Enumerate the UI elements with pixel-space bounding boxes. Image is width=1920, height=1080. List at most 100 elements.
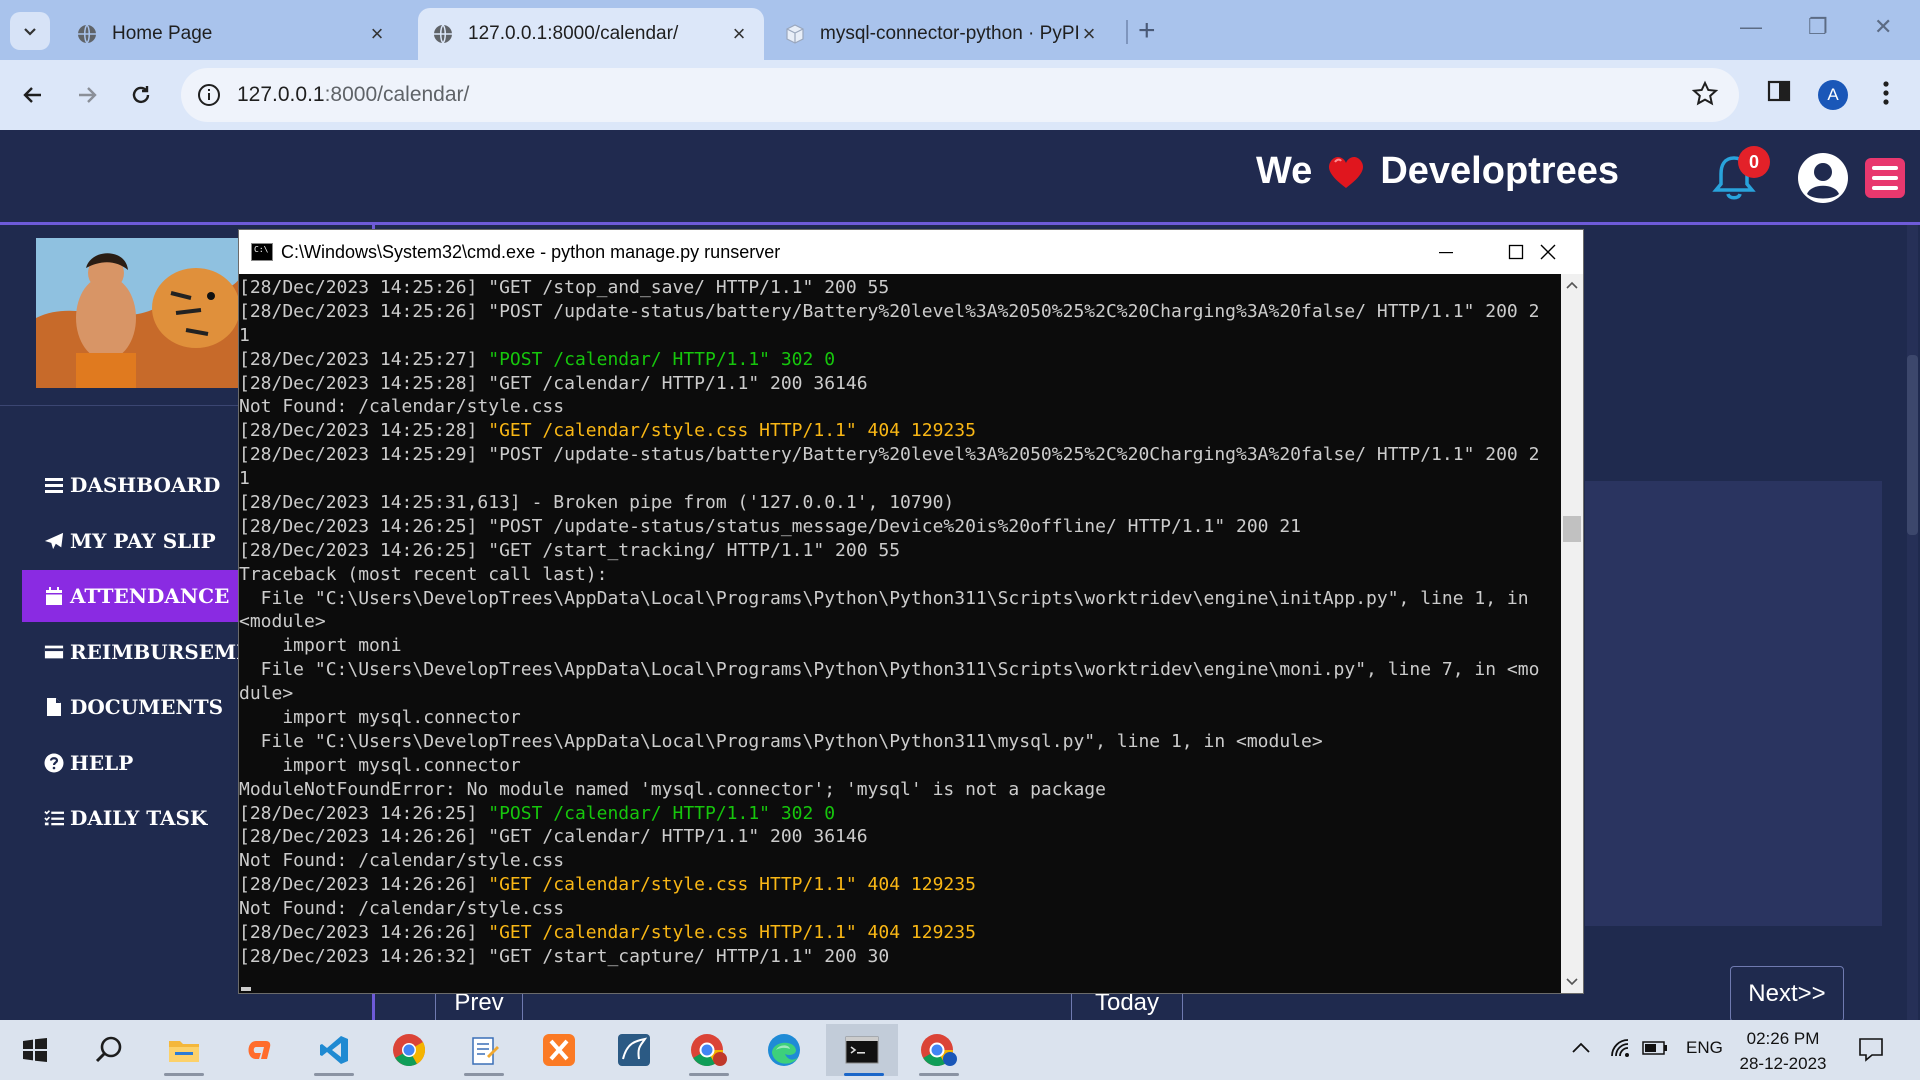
chevron-down-icon[interactable] bbox=[1561, 971, 1583, 993]
cmd-scroll-thumb[interactable] bbox=[1563, 516, 1581, 542]
cmd-line-text: [28/Dec/2023 14:26:26] bbox=[239, 874, 489, 896]
cmd-line: [28/Dec/2023 14:26:26] "GET /calendar/st… bbox=[239, 873, 1561, 897]
sidebar-item-help[interactable]: HELP bbox=[22, 737, 240, 789]
chevron-down-icon bbox=[24, 28, 36, 36]
side-panel-icon[interactable] bbox=[1766, 78, 1792, 104]
cmd-line: [28/Dec/2023 14:26:26] "GET /calendar/st… bbox=[239, 921, 1561, 945]
sidebar-item-my-pay-slip[interactable]: MY PAY SLIP bbox=[22, 515, 240, 567]
cmd-window[interactable]: C:\Windows\System32\cmd.exe - python man… bbox=[238, 229, 1584, 994]
edge-icon bbox=[768, 1034, 800, 1066]
calendar-icon bbox=[44, 586, 64, 606]
wifi-icon[interactable] bbox=[1608, 1036, 1632, 1060]
file-icon bbox=[44, 697, 64, 717]
cmd-line: [28/Dec/2023 14:26:25] "POST /calendar/ … bbox=[239, 802, 1561, 826]
bookmark-star-icon[interactable] bbox=[1691, 80, 1719, 108]
close-icon[interactable]: × bbox=[366, 21, 388, 46]
cmd-line-text: [28/Dec/2023 14:26:25] "GET /start_track… bbox=[239, 539, 901, 561]
taskbar-search[interactable] bbox=[76, 1024, 142, 1076]
cmd-line-text: Not Found: /calendar/style.css bbox=[239, 396, 565, 418]
cmd-line-text: [28/Dec/2023 14:25:28] bbox=[239, 420, 489, 442]
close-window-button[interactable]: ✕ bbox=[1874, 14, 1892, 40]
cmd-line: [28/Dec/2023 14:26:25] "POST /update-sta… bbox=[239, 515, 1561, 539]
sidebar-item-label: DASHBOARD bbox=[70, 473, 221, 497]
start-button[interactable] bbox=[2, 1024, 68, 1076]
taskbar-mysql-workbench[interactable] bbox=[601, 1024, 667, 1076]
cmd-titlebar[interactable]: C:\Windows\System32\cmd.exe - python man… bbox=[239, 230, 1583, 274]
cmd-line: Not Found: /calendar/style.css bbox=[239, 849, 1561, 873]
cmd-line-text: File "C:\Users\DevelopTrees\AppData\Loca… bbox=[239, 659, 1540, 681]
cmd-line-text: Not Found: /calendar/style.css bbox=[239, 850, 565, 872]
restore-button[interactable]: ❐ bbox=[1808, 14, 1828, 40]
address-bar[interactable]: 127.0.0.1:8000/calendar/ bbox=[181, 68, 1739, 122]
info-icon[interactable] bbox=[195, 81, 223, 109]
cmd-line-text: [28/Dec/2023 14:26:25] bbox=[239, 802, 489, 824]
chrome-profile-icon bbox=[691, 1034, 727, 1067]
taskbar-clock[interactable]: 02:26 PM 28-12-2023 bbox=[1733, 1026, 1833, 1076]
taskbar-edge[interactable] bbox=[751, 1024, 817, 1076]
battery-icon[interactable] bbox=[1642, 1040, 1668, 1056]
close-icon[interactable]: × bbox=[1078, 21, 1100, 46]
heart-icon bbox=[1329, 156, 1364, 188]
sidebar-item-reimbursement[interactable]: REIMBURSEMENT bbox=[22, 626, 240, 678]
new-tab-button[interactable]: + bbox=[1138, 14, 1156, 48]
taskbar-cmd[interactable] bbox=[826, 1024, 898, 1076]
minimize-button[interactable]: — bbox=[1740, 14, 1762, 40]
taskbar-file-explorer[interactable] bbox=[151, 1024, 217, 1076]
cmd-line-text: Not Found: /calendar/style.css bbox=[239, 898, 565, 920]
globe-icon bbox=[78, 24, 96, 44]
menu-hamburger-button[interactable] bbox=[1865, 158, 1905, 198]
minimize-icon bbox=[1439, 252, 1453, 254]
taskbar-chrome-2[interactable] bbox=[906, 1024, 972, 1076]
taskbar-notepad[interactable] bbox=[451, 1024, 517, 1076]
file-explorer-icon bbox=[169, 1041, 199, 1062]
cmd-line-text: 1 bbox=[239, 324, 250, 346]
cmd-line-text: [28/Dec/2023 14:25:28] "GET /calendar/ H… bbox=[239, 372, 868, 394]
url-text[interactable]: 127.0.0.1:8000/calendar/ bbox=[237, 83, 469, 107]
chevron-up-icon[interactable] bbox=[1571, 1040, 1591, 1056]
cmd-line-text: [28/Dec/2023 14:25:26] "POST /update-sta… bbox=[239, 300, 1540, 322]
taskbar-chrome[interactable] bbox=[376, 1024, 442, 1076]
taskbar-vscode[interactable] bbox=[301, 1024, 367, 1076]
cmd-output[interactable]: [28/Dec/2023 14:25:26] "GET /stop_and_sa… bbox=[239, 274, 1561, 994]
taskbar-chrome-profile[interactable] bbox=[676, 1024, 742, 1076]
tab-pypi[interactable]: mysql-connector-python · PyPI × bbox=[770, 8, 1114, 60]
back-button[interactable] bbox=[16, 78, 50, 112]
vscode-icon bbox=[320, 1036, 348, 1064]
forward-button[interactable] bbox=[70, 78, 104, 112]
tab-home-page[interactable]: Home Page × bbox=[62, 8, 402, 60]
profile-avatar[interactable]: A bbox=[1818, 80, 1848, 110]
tab-search-button[interactable] bbox=[10, 12, 50, 50]
page-scrollbar[interactable] bbox=[1905, 225, 1920, 1020]
taskbar-xampp[interactable] bbox=[526, 1024, 592, 1076]
language-indicator[interactable]: ENG bbox=[1686, 1038, 1723, 1058]
notification-center-icon[interactable] bbox=[1858, 1036, 1884, 1062]
cmd-line: File "C:\Users\DevelopTrees\AppData\Loca… bbox=[239, 730, 1561, 754]
user-circle-icon[interactable] bbox=[1797, 152, 1849, 204]
brand-we: We bbox=[1256, 150, 1313, 192]
sidebar-item-daily-task[interactable]: DAILY TASK bbox=[22, 792, 240, 844]
close-icon[interactable]: × bbox=[728, 21, 750, 46]
cmd-line: [28/Dec/2023 14:25:29] "POST /update-sta… bbox=[239, 443, 1561, 467]
sidebar-item-dashboard[interactable]: DASHBOARD bbox=[22, 459, 240, 511]
next-button[interactable]: Next>> bbox=[1730, 966, 1844, 1022]
cmd-scrollbar[interactable] bbox=[1561, 274, 1583, 993]
paper-plane-icon bbox=[44, 531, 64, 551]
cmd-line-text: Traceback (most recent call last): bbox=[239, 563, 608, 585]
cmd-minimize-button[interactable] bbox=[1411, 230, 1481, 274]
sidebar-item-attendance[interactable]: ATTENDANCE bbox=[22, 570, 240, 622]
cmd-line-text: import mysql.connector bbox=[239, 707, 521, 729]
taskbar-cpanel[interactable] bbox=[226, 1024, 292, 1076]
sidebar-banner-image bbox=[36, 238, 240, 388]
cmd-line-highlight: "GET /calendar/style.css HTTP/1.1" 404 1… bbox=[488, 874, 976, 896]
cmd-line: dule> bbox=[239, 682, 1561, 706]
reload-button[interactable] bbox=[124, 78, 158, 112]
chevron-up-icon[interactable] bbox=[1561, 274, 1583, 296]
tab-calendar[interactable]: 127.0.0.1:8000/calendar/ × bbox=[418, 8, 764, 60]
sidebar-item-documents[interactable]: DOCUMENTS bbox=[22, 681, 240, 733]
cmd-line: 1 bbox=[239, 324, 1561, 348]
site-header: We Developtrees 0 bbox=[0, 130, 1920, 222]
cmd-close-button[interactable] bbox=[1513, 230, 1583, 274]
arrow-left-icon bbox=[23, 87, 41, 103]
cmd-line-text: dule> bbox=[239, 683, 294, 705]
more-options-icon[interactable] bbox=[1876, 78, 1896, 108]
